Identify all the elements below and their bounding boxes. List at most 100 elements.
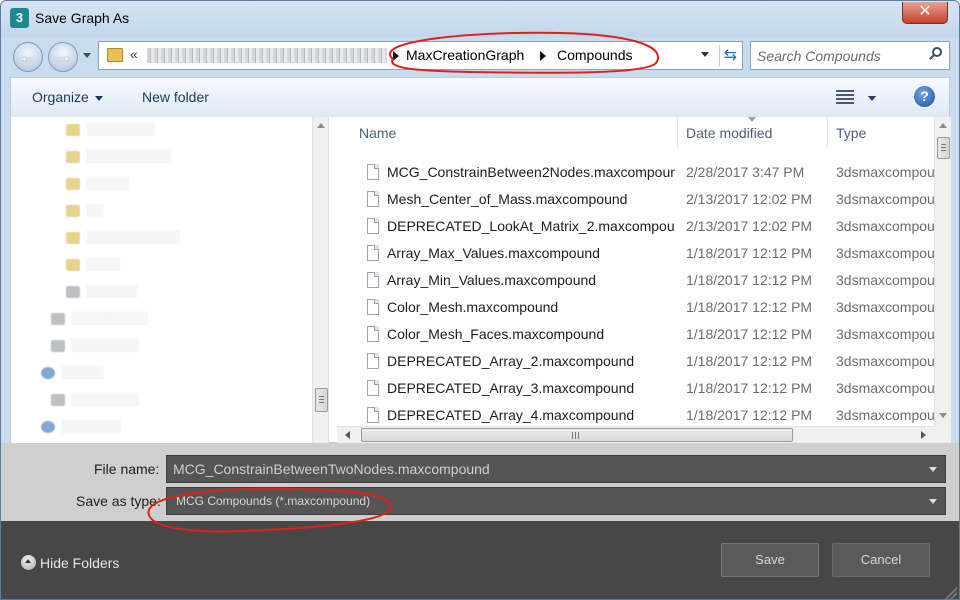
search-icon[interactable] [929,47,943,61]
file-name: DEPRECATED_Array_2.maxcompound [387,353,635,369]
file-row[interactable]: Color_Mesh.maxcompound 1/18/2017 12:12 P… [337,294,937,321]
breadcrumb-separator-icon[interactable] [540,51,546,61]
command-toolbar: Organize New folder ? [10,77,950,117]
save-as-type-label: Save as type: [76,493,161,509]
file-row[interactable]: Array_Max_Values.maxcompound 1/18/2017 1… [337,240,937,267]
file-row[interactable]: DEPRECATED_Array_2.maxcompound 1/18/2017… [337,348,937,375]
column-header-name[interactable]: Name [359,117,396,149]
scroll-thumb[interactable] [937,137,950,159]
file-date: 1/18/2017 12:12 PM [686,353,813,369]
save-button[interactable]: Save [721,543,819,577]
file-row[interactable]: Array_Min_Values.maxcompound 1/18/2017 1… [337,267,937,294]
column-header-date-modified[interactable]: Date modified [686,117,772,149]
file-type: 3dsmaxcompound [836,353,936,369]
save-options: File name: Save as type: MCG Compounds (… [1,443,959,521]
search-input[interactable] [757,47,917,65]
close-icon: ✕ [918,3,932,20]
file-row[interactable]: MCG_ConstrainBetween2Nodes.maxcompound 2… [337,159,937,186]
file-icon [367,353,379,369]
scroll-thumb[interactable] [361,428,793,442]
breadcrumb-separator-icon[interactable] [393,51,399,61]
file-name-input[interactable] [173,460,903,478]
collapse-icon [21,555,36,570]
nav-item-control-panel[interactable]: ░░░░░░░ [41,419,121,439]
view-details-icon[interactable] [836,90,854,104]
recent-locations-dropdown[interactable] [83,53,91,58]
file-type: 3dsmaxcompound [836,407,936,423]
scroll-thumb[interactable] [315,388,328,412]
view-options-dropdown[interactable] [868,96,876,101]
arrow-right-icon: → [54,46,72,66]
file-name: MCG_ConstrainBetween2Nodes.maxcompound [387,164,675,180]
file-row[interactable]: DEPRECATED_Array_4.maxcompound 1/18/2017… [337,402,937,429]
chevron-down-icon[interactable] [929,467,937,472]
sort-indicator-icon [748,117,756,122]
dialog-footer: Hide Folders Save Cancel [1,521,959,599]
title-bar[interactable]: 3 Save Graph As ✕ [1,1,959,37]
file-date: 1/18/2017 12:12 PM [686,326,813,342]
nav-item-obscured[interactable]: ░░░░░░░░░░░ [66,230,180,250]
back-button[interactable]: ← [13,42,43,72]
new-folder-button[interactable]: New folder [142,89,209,105]
file-icon [367,380,379,396]
nav-item-obscured[interactable]: ░░░░░░░░ [66,122,154,142]
scroll-up-icon[interactable] [317,123,325,128]
file-list-vertical-scrollbar[interactable] [934,117,951,426]
navigation-pane[interactable]: ░░░░░░░░ ░░░░░░░░░░ ░░░░░ ░░ ░░░░░░░░░░░… [11,117,329,443]
file-name-combobox[interactable] [166,455,946,483]
hide-folders-label: Hide Folders [40,555,120,571]
breadcrumb-compounds[interactable]: Compounds [557,47,633,63]
column-header-type[interactable]: Type [836,117,866,149]
file-date: 1/18/2017 12:12 PM [686,272,813,288]
address-overflow[interactable]: « [130,46,138,62]
column-divider[interactable] [827,117,828,149]
nav-item-obscured[interactable]: ░░░░░░░░░░ [66,149,171,169]
app-icon: 3 [10,8,29,28]
nav-item-obscured[interactable]: ░░░░░ [66,176,129,196]
file-row[interactable]: Color_Mesh_Faces.maxcompound 1/18/2017 1… [337,321,937,348]
breadcrumb-maxcreationgraph[interactable]: MaxCreationGraph [406,47,524,63]
nav-item-obscured[interactable]: ░░░░░░░░░ [51,311,148,331]
scroll-down-icon[interactable] [939,413,947,418]
file-type: 3dsmaxcompound [836,218,936,234]
file-icon [367,218,379,234]
save-as-type-select[interactable]: MCG Compounds (*.maxcompound) [166,487,946,515]
file-date: 2/28/2017 3:47 PM [686,164,805,180]
scroll-up-icon[interactable] [939,123,947,128]
hide-folders-button[interactable]: Hide Folders [21,555,119,571]
refresh-button[interactable]: ⇆ [719,45,741,67]
file-row[interactable]: DEPRECATED_LookAt_Matrix_2.maxcompound 2… [337,213,937,240]
file-row[interactable]: DEPRECATED_Array_3.maxcompound 1/18/2017… [337,375,937,402]
column-divider[interactable] [677,117,678,149]
cancel-button[interactable]: Cancel [832,543,930,577]
file-name: DEPRECATED_Array_4.maxcompound [387,407,635,423]
nav-item-obscured[interactable]: ░░░░░░░░ [51,392,139,412]
file-list-horizontal-scrollbar[interactable] [337,426,934,443]
scroll-corner [934,426,951,443]
nav-item-obscured[interactable]: ░░ [66,203,103,223]
organize-button[interactable]: Organize [32,89,103,105]
file-name: DEPRECATED_LookAt_Matrix_2.maxcompound [387,218,675,234]
file-list[interactable]: Name Date modified Type MCG_ConstrainBet… [337,117,951,443]
nav-item-obscured[interactable]: ░░░░ [66,257,120,277]
scroll-right-icon[interactable] [921,431,926,439]
nav-item-obscured[interactable]: ░░░░░░ [66,284,137,304]
resize-grip[interactable] [945,587,957,599]
file-type: 3dsmaxcompound [836,326,936,342]
forward-button[interactable]: → [48,42,78,72]
address-dropdown-icon[interactable] [701,52,709,57]
nav-item-obscured[interactable]: ░░░░░░░░ [51,338,139,358]
save-as-type-value: MCG Compounds (*.maxcompound) [176,494,371,508]
scroll-left-icon[interactable] [345,431,350,439]
file-row[interactable]: Mesh_Center_of_Mass.maxcompound 2/13/201… [337,186,937,213]
help-icon[interactable]: ? [914,86,935,107]
organize-label: Organize [32,89,89,105]
close-button[interactable]: ✕ [902,2,948,24]
search-box[interactable] [750,41,950,70]
browser-panes: ░░░░░░░░ ░░░░░░░░░░ ░░░░░ ░░ ░░░░░░░░░░░… [10,117,951,443]
address-bar[interactable]: « MaxCreationGraph Compounds ⇆ [98,41,743,70]
file-name: Mesh_Center_of_Mass.maxcompound [387,191,628,207]
nav-item-network[interactable]: ░░░░░ [41,365,104,385]
navigation-pane-scrollbar[interactable] [312,117,328,443]
chevron-down-icon[interactable] [929,499,937,504]
